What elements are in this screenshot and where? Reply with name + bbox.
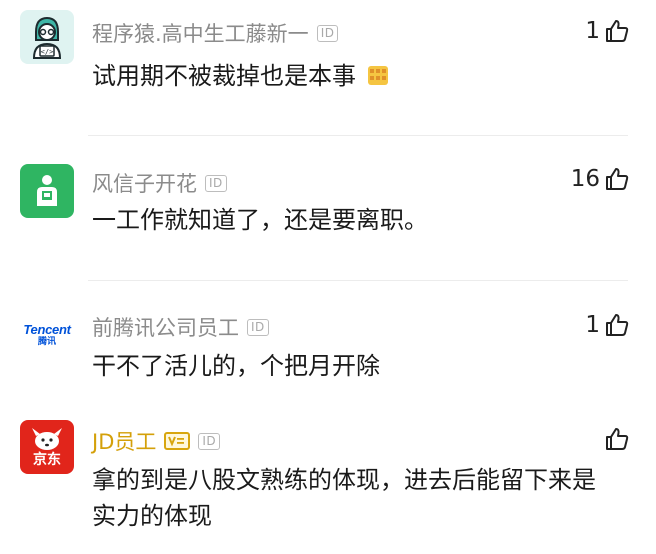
like-button[interactable]: 16 [571,166,630,192]
like-count: 1 [585,18,600,44]
avatar[interactable]: </> [20,10,74,64]
comment-text: 干不了活儿的，个把月开除 [92,352,380,380]
tencent-logo-cn: 腾讯 [37,336,56,347]
divider [88,135,628,136]
author-name[interactable]: 程序猿.高中生工藤新一 [92,18,309,48]
verified-badge-icon [164,432,191,450]
id-badge: ID [205,174,227,192]
author-name[interactable]: 前腾讯公司员工 [92,312,239,342]
programmer-avatar-icon: </> [32,16,62,59]
jd-logo-text: 京东 [33,452,61,468]
jd-dog-icon [32,428,62,450]
like-button[interactable]: 1 [585,312,630,338]
avatar[interactable] [20,164,74,218]
author-row: 前腾讯公司员工 ID [92,312,269,342]
author-row: 风信子开花 ID [92,168,227,198]
divider [88,280,628,281]
thumbs-up-icon [606,428,629,450]
comment-text-line: 实力的体现 [92,502,212,530]
party-emoji-icon [367,66,388,85]
thumbs-up-icon [606,314,629,336]
author-name[interactable]: 风信子开花 [92,168,197,198]
like-count: 16 [570,166,600,192]
thumbs-up-icon [606,168,629,190]
comment-text-line: 拿的到是八股文熟练的体现，进去后能留下来是 [92,466,596,494]
like-button[interactable]: 1 [585,18,630,44]
like-button[interactable] [600,426,630,452]
author-row: 程序猿.高中生工藤新一 ID [92,18,339,48]
avatar[interactable]: Tencent 腾讯 [20,308,74,362]
thumbs-up-icon [606,20,629,42]
svg-text:</>: </> [41,48,54,56]
author-name[interactable]: JD员工 [92,426,156,456]
id-badge: ID [316,24,339,42]
comment-text-body: 试用期不被裁掉也是本事 [92,62,356,90]
avatar[interactable]: 京东 [20,420,74,474]
tencent-logo-text: Tencent [23,321,71,337]
id-badge: ID [247,318,269,336]
comment-text: 试用期不被裁掉也是本事 [92,58,632,94]
person-avatar-icon [37,175,57,206]
comment-text: 一工作就知道了，还是要离职。 [92,206,428,234]
like-count: 1 [585,312,600,338]
id-badge: ID [198,432,221,450]
author-row: JD员工 ID [92,426,221,456]
comment-text: 拿的到是八股文熟练的体现，进去后能留下来是 实力的体现 [92,462,632,534]
